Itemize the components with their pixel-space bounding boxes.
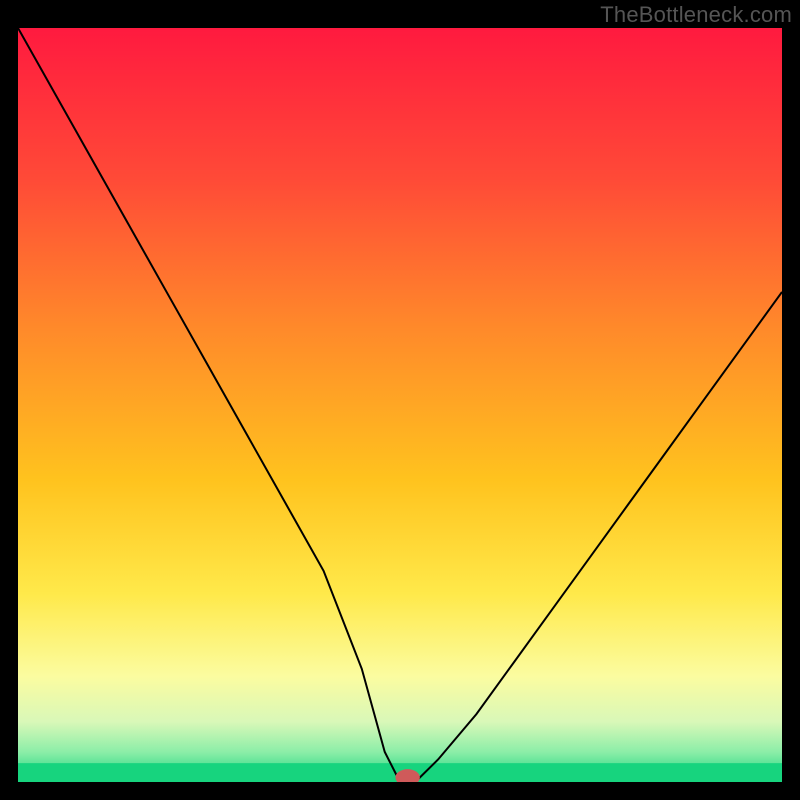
watermark-text: TheBottleneck.com: [600, 2, 792, 28]
plot-area: [18, 28, 782, 782]
chart-svg: [18, 28, 782, 782]
chart-frame: TheBottleneck.com: [0, 0, 800, 800]
gradient-background: [18, 28, 782, 782]
